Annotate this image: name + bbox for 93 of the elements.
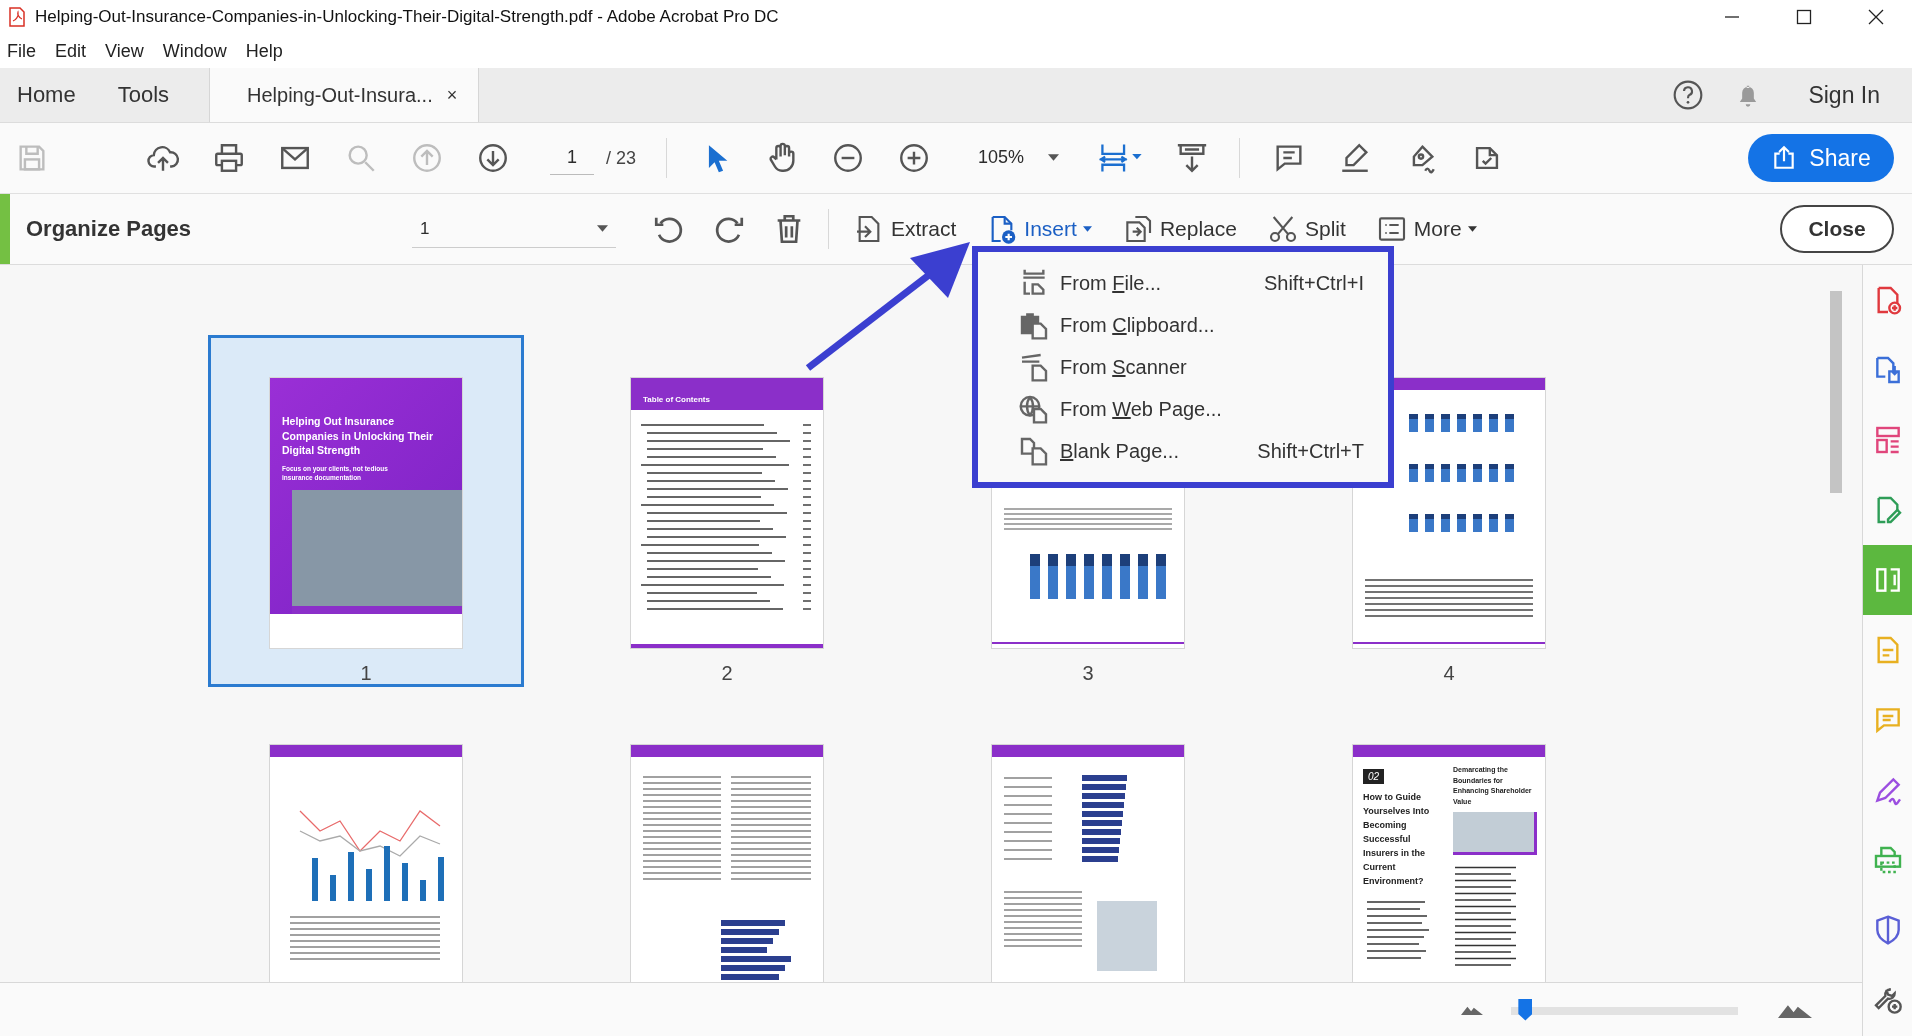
chart-bar (384, 846, 390, 901)
chart-bar (1457, 414, 1466, 432)
scrollbar-thumb[interactable] (1830, 291, 1842, 493)
nav-tab[interactable]: Home (0, 68, 96, 122)
section-title: How to Guide Yourselves Into Becoming Successful Insurers in the Current Environment? (1363, 791, 1431, 888)
page-number: 4 (1443, 662, 1455, 685)
minimize-icon (1724, 16, 1740, 18)
chart-bar (1505, 514, 1514, 532)
chart-bar (1425, 464, 1434, 482)
chart-bar (1505, 464, 1514, 482)
accent-stripe (0, 194, 10, 264)
toolbar-action-button[interactable]: More (1369, 209, 1483, 249)
page-number: 2 (721, 662, 733, 685)
page-number-field[interactable]: 1 (550, 141, 594, 175)
page-thumbnail[interactable] (270, 745, 462, 982)
chart-bar (1457, 464, 1466, 482)
chart-bar (1441, 514, 1450, 532)
window-title: Helping-Out-Insurance-Companies-in-Unlocking-Their-Digital-Strength.pdf - Adobe Acrobat Pro DC (35, 7, 779, 27)
chart-bar (1138, 554, 1148, 599)
chart-bar (1441, 414, 1450, 432)
page-thumbnail[interactable]: Table of Contents (631, 378, 823, 648)
toolbar-action-button[interactable]: Extract (847, 209, 963, 249)
close-button[interactable]: Close (1780, 205, 1894, 253)
menu-item[interactable]: From File... Shift+Ctrl+I (978, 262, 1388, 304)
menu-item[interactable]: Blank Page... Shift+Ctrl+T (978, 430, 1388, 472)
menu-item[interactable]: From Scanner (978, 346, 1388, 388)
page-heading: Table of Contents (643, 395, 710, 404)
share-button[interactable]: Share (1748, 134, 1894, 182)
tab-close-button[interactable]: × (446, 84, 458, 106)
menu-item[interactable]: From Clipboard... (978, 304, 1388, 346)
chart-bar (1473, 414, 1482, 432)
chart-bar (1489, 464, 1498, 482)
chart-bar (1425, 514, 1434, 532)
print-icon[interactable] (212, 141, 246, 175)
menu-item[interactable]: Window (155, 40, 239, 62)
panel-title: Organize Pages (26, 216, 193, 242)
maximize-icon (1796, 9, 1812, 25)
page-range-dropdown[interactable]: 1 (412, 210, 616, 248)
menu-item[interactable]: View (98, 40, 156, 62)
close-icon (1868, 9, 1884, 25)
nav-tab[interactable]: Tools (95, 68, 210, 122)
chart-bar (1505, 414, 1514, 432)
menu-item[interactable]: File (0, 40, 48, 62)
fit-page-icon[interactable] (1097, 141, 1144, 175)
chart-bar (1409, 414, 1418, 432)
section-number: 02 (1363, 769, 1385, 784)
chart-bar (438, 857, 444, 901)
help-icon[interactable] (1672, 79, 1705, 111)
menu-item[interactable]: Help (238, 40, 295, 62)
chart-bar (1425, 414, 1434, 432)
keyboard-shortcut: Shift+Ctrl+T (1257, 439, 1364, 463)
pdf-file-icon (9, 7, 25, 27)
chart-bar (1030, 554, 1040, 599)
chart-bar (1084, 554, 1094, 599)
small-mountain-icon[interactable] (1461, 1004, 1483, 1015)
chart-bar (1156, 554, 1166, 599)
cover-title: Helping Out Insurance Companies in Unlocking Their Digital Strength (282, 414, 435, 459)
chart-bar (312, 858, 318, 901)
chart-bar (1048, 554, 1058, 599)
insert-web-icon (1018, 393, 1050, 425)
page-number: 3 (1082, 662, 1094, 685)
caret-icon (1048, 154, 1060, 161)
chart-bar (366, 869, 372, 901)
tab-label: Helping-Out-Insura... (247, 83, 433, 107)
chart-bar (420, 880, 426, 901)
chart-bar (1120, 554, 1130, 599)
toolbar-action-button[interactable]: Split (1260, 209, 1352, 249)
chart-bar (1409, 464, 1418, 482)
chart-bar (1441, 464, 1450, 482)
slider-thumb[interactable] (1518, 998, 1533, 1021)
chart-bar (1489, 414, 1498, 432)
document-tab[interactable]: Helping-Out-Insura... × (209, 68, 480, 122)
page-number: 1 (360, 662, 372, 685)
chart-bar (1457, 514, 1466, 532)
chart-bar (402, 863, 408, 901)
chart-bar (1473, 514, 1482, 532)
page-count: / 23 (606, 147, 637, 169)
toolbar-action-button[interactable]: Replace (1115, 209, 1243, 249)
chart-bar (1489, 514, 1498, 532)
toolbar-action-button[interactable]: Insert (980, 209, 1098, 249)
chart-bar (330, 875, 336, 901)
insert-blank-icon (1018, 435, 1050, 467)
chart-bar (1066, 554, 1076, 599)
zoom-dropdown[interactable]: 105% (959, 147, 1064, 169)
sign-in-link[interactable]: Sign In (1808, 81, 1880, 109)
chart-bar (1473, 464, 1482, 482)
chart-bar (1102, 554, 1112, 599)
menu-item[interactable]: Edit (48, 40, 99, 62)
menu-item[interactable]: From Web Page... (978, 388, 1388, 430)
caret-icon (597, 225, 608, 232)
chart-bar (348, 852, 354, 901)
chart-bar (1409, 514, 1418, 532)
keyboard-shortcut: Shift+Ctrl+I (1263, 271, 1364, 295)
